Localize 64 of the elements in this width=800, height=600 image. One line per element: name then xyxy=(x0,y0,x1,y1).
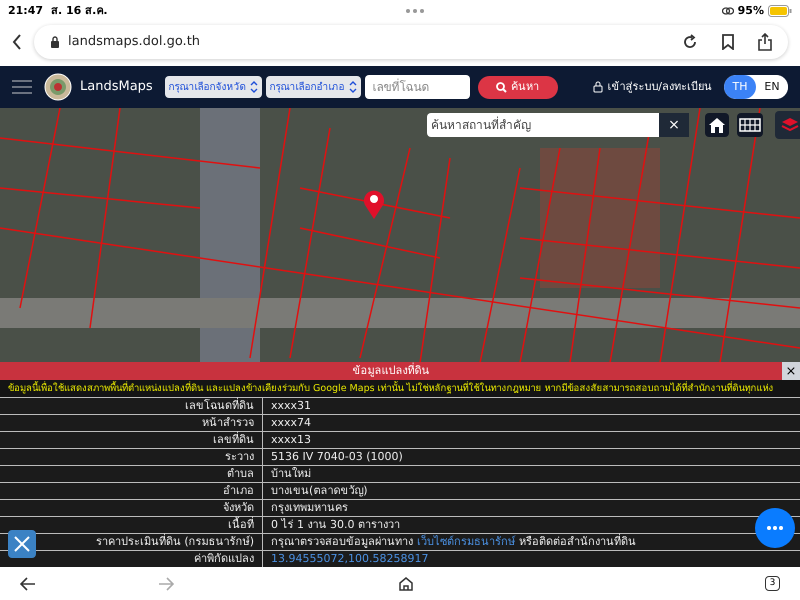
map-pin-icon xyxy=(363,188,385,220)
field-value: xxxx13 xyxy=(271,432,312,448)
field-value: กรุงเทพมหานคร xyxy=(271,500,348,516)
lock-icon xyxy=(593,81,604,94)
value-link[interactable]: เว็บไซต์กรมธนารักษ์ xyxy=(417,534,515,550)
field-value: xxxx74 xyxy=(271,415,312,432)
address-bar[interactable]: landsmaps.dol.go.th xyxy=(34,24,788,59)
status-date: ส. 16 ส.ค. xyxy=(51,2,108,19)
chevron-updown-icon xyxy=(250,81,258,94)
field-label: เลขที่ดิน xyxy=(213,433,254,446)
menu-icon[interactable] xyxy=(12,79,32,96)
panel-title: ข้อมูลแปลงที่ดิน xyxy=(352,363,430,379)
layers-icon xyxy=(781,117,799,134)
disclaimer-text: ข้อมูลนี้เพื่อใช้แสดงสภาพพื้นที่ตำแหน่งแปลงที่ดิน และแปลงข้างเคียงร่วมกับ Google Maps เท่านั้น ไม่ใช่หลักฐานที่ใช้ในทางกฎหมาย หากมีข้อสงสัยสามารถสอบถามได้ที่สำนักงานที่ดินทุกแห่ง xyxy=(8,382,774,396)
grid-button[interactable] xyxy=(737,113,763,138)
layers-button[interactable] xyxy=(775,111,800,140)
battery-percent: 95% xyxy=(738,2,764,19)
field-value: 0 ไร่ 1 งาน 30.0 ตารางวา xyxy=(271,517,400,534)
field-value: หรือติดต่อสำนักงานที่ดิน xyxy=(519,534,636,550)
tabs-count-button[interactable]: 3 xyxy=(765,576,780,592)
language-tab[interactable]: TH xyxy=(724,75,756,100)
search-icon xyxy=(496,82,508,93)
place-search-field[interactable]: ค้นหาสถานที่สำคัญ × xyxy=(427,113,689,138)
field-value: 5136 IV 7040-03 (1000) xyxy=(271,449,403,466)
more-icon xyxy=(767,526,783,530)
link-icon xyxy=(722,6,734,16)
deed-number-field[interactable]: เลขที่โฉนด xyxy=(364,75,470,100)
battery-icon xyxy=(768,4,792,17)
field-value: บ้านใหม่ xyxy=(271,466,311,482)
status-time: 21:47 xyxy=(8,2,44,19)
field-label: ระวาง xyxy=(225,450,254,464)
value-link[interactable]: 13.94555072,100.58258917 xyxy=(271,551,428,568)
grid-icon xyxy=(739,118,761,132)
lock-icon xyxy=(50,36,60,48)
field-label: เลขโฉนดที่ดิน xyxy=(185,399,254,412)
more-dots-icon xyxy=(406,8,424,13)
field-label: เนื้อที่ xyxy=(228,518,254,532)
clear-button[interactable]: × xyxy=(659,113,689,138)
field-value: บางเขน(ตลาดขวัญ) xyxy=(271,483,368,500)
field-value: กรุณาตรวจสอบข้อมูลผ่านทาง xyxy=(271,534,413,550)
field-label: ตำบล xyxy=(227,467,254,480)
logo-icon xyxy=(44,73,72,102)
back-icon[interactable] xyxy=(12,34,22,50)
chevron-updown-icon xyxy=(348,81,357,94)
district-select[interactable]: กรุณาเลือกอำเภอ xyxy=(266,76,361,98)
field-label: จังหวัด xyxy=(223,501,254,514)
close-button[interactable]: × xyxy=(782,362,800,380)
field-label: หน้าสำรวจ xyxy=(202,416,254,430)
province-select[interactable]: กรุณาเลือกจังหวัด xyxy=(164,76,262,98)
drawing-tool-button[interactable] xyxy=(8,530,36,558)
home-icon[interactable] xyxy=(398,576,412,591)
login-link[interactable]: เข้าสู่ระบบ/ลงทะเบียน xyxy=(607,78,712,96)
field-label: อำเภอ xyxy=(223,484,254,498)
brand-name: LandsMaps xyxy=(80,78,153,96)
back-arrow-icon[interactable] xyxy=(20,576,36,591)
bookmark-icon[interactable] xyxy=(722,34,734,50)
home-icon xyxy=(708,117,726,134)
home-button[interactable] xyxy=(705,113,729,138)
field-value: xxxx31 xyxy=(271,398,312,414)
field-label: ค่าพิกัดแปลง xyxy=(194,552,254,566)
share-icon[interactable] xyxy=(758,32,772,51)
search-button[interactable]: ค้นหา xyxy=(478,76,558,99)
field-label: ราคาประเมินที่ดิน (กรมธนารักษ์) xyxy=(96,535,254,548)
reload-icon[interactable] xyxy=(682,34,698,50)
